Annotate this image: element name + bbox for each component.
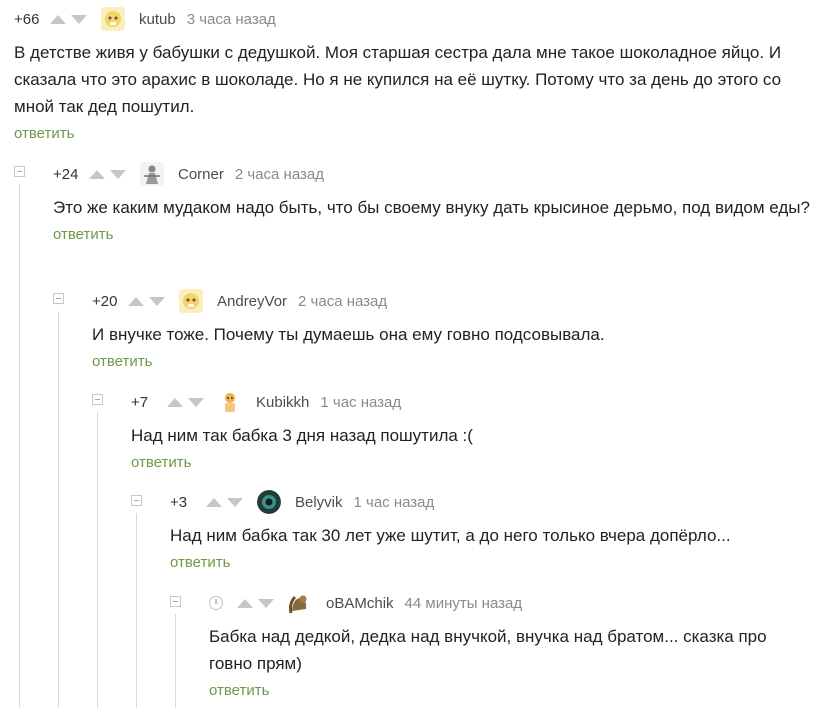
comment-rating: +7 bbox=[131, 393, 149, 411]
comment-header: oBAMchik 44 минуты назад bbox=[209, 591, 809, 615]
thread-line bbox=[97, 412, 98, 708]
vote-down-icon[interactable] bbox=[258, 598, 274, 608]
comment: +7 Kubikkh 1 час назад Над ним так бабка… bbox=[131, 390, 821, 471]
thread-line bbox=[58, 311, 59, 708]
comment-rating: +66 bbox=[14, 10, 40, 28]
collapse-toggle-icon[interactable] bbox=[170, 596, 181, 607]
comment-author[interactable]: kutub bbox=[139, 11, 176, 28]
reply-link[interactable]: ответить bbox=[14, 125, 824, 142]
comment-time[interactable]: 2 часа назад bbox=[298, 293, 387, 310]
comment-text: Бабка над дедкой, дедка над внучкой, вну… bbox=[209, 627, 767, 673]
comment-text: Это же каким мудаком надо быть, что бы с… bbox=[53, 198, 810, 217]
comment-text: В детстве живя у бабушки с дедушкой. Моя… bbox=[14, 43, 782, 116]
thread-line bbox=[136, 513, 137, 708]
vote-up-icon[interactable] bbox=[167, 397, 183, 407]
avatar[interactable] bbox=[179, 289, 203, 313]
avatar[interactable] bbox=[140, 162, 164, 186]
collapse-toggle-icon[interactable] bbox=[92, 394, 103, 405]
comment: +20 AndreyVor 2 часа назад И внучке тоже… bbox=[92, 289, 822, 370]
comment: oBAMchik 44 минуты назад Бабка над дедко… bbox=[209, 591, 809, 699]
vote-up-icon[interactable] bbox=[50, 14, 66, 24]
vote-up-icon[interactable] bbox=[128, 296, 144, 306]
comment-author[interactable]: Belyvik bbox=[295, 494, 343, 511]
vote-up-icon[interactable] bbox=[89, 169, 105, 179]
comment-rating: +24 bbox=[53, 165, 79, 183]
comment-author[interactable]: Corner bbox=[178, 166, 224, 183]
comment-author[interactable]: AndreyVor bbox=[217, 293, 287, 310]
comment-rating: +3 bbox=[170, 493, 188, 511]
avatar[interactable] bbox=[288, 591, 312, 615]
comment-time[interactable]: 1 час назад bbox=[354, 494, 435, 511]
vote-down-icon[interactable] bbox=[71, 14, 87, 24]
comment-time[interactable]: 44 минуты назад bbox=[405, 595, 523, 612]
clock-icon bbox=[209, 596, 223, 610]
collapse-toggle-icon[interactable] bbox=[14, 166, 25, 177]
comment-text: Над ним бабка так 30 лет уже шутит, а до… bbox=[170, 526, 731, 545]
comment-rating: +20 bbox=[92, 292, 118, 310]
vote-down-icon[interactable] bbox=[188, 397, 204, 407]
comment-text: И внучке тоже. Почему ты думаешь она ему… bbox=[92, 325, 605, 344]
comment: +3 Belyvik 1 час назад Над ним бабка так… bbox=[170, 490, 820, 571]
vote-down-icon[interactable] bbox=[227, 497, 243, 507]
comment-header: +66 kutub 3 часа назад bbox=[14, 7, 824, 31]
collapse-toggle-icon[interactable] bbox=[53, 293, 64, 304]
vote-down-icon[interactable] bbox=[110, 169, 126, 179]
comment-time[interactable]: 1 час назад bbox=[320, 394, 401, 411]
comment-header: +24 Corner 2 часа назад bbox=[53, 162, 823, 186]
comment-header: +7 Kubikkh 1 час назад bbox=[131, 390, 821, 414]
reply-link[interactable]: ответить bbox=[209, 682, 809, 699]
thread-line bbox=[19, 184, 20, 708]
comment-header: +3 Belyvik 1 час назад bbox=[170, 490, 820, 514]
thread-line bbox=[175, 614, 176, 708]
collapse-toggle-icon[interactable] bbox=[131, 495, 142, 506]
avatar[interactable] bbox=[101, 7, 125, 31]
reply-link[interactable]: ответить bbox=[53, 226, 823, 243]
comment-time[interactable]: 2 часа назад bbox=[235, 166, 324, 183]
comment-header: +20 AndreyVor 2 часа назад bbox=[92, 289, 822, 313]
comment: +24 Corner 2 часа назад Это же каким муд… bbox=[53, 162, 823, 243]
comment-author[interactable]: Kubikkh bbox=[256, 394, 309, 411]
comment: +66 kutub 3 часа назад В детстве живя у … bbox=[14, 7, 824, 142]
avatar[interactable] bbox=[257, 490, 281, 514]
vote-down-icon[interactable] bbox=[149, 296, 165, 306]
reply-link[interactable]: ответить bbox=[170, 554, 820, 571]
comment-author[interactable]: oBAMchik bbox=[326, 595, 394, 612]
reply-link[interactable]: ответить bbox=[92, 353, 822, 370]
comment-time[interactable]: 3 часа назад bbox=[187, 11, 276, 28]
reply-link[interactable]: ответить bbox=[131, 454, 821, 471]
avatar[interactable] bbox=[218, 390, 242, 414]
vote-up-icon[interactable] bbox=[206, 497, 222, 507]
comment-text: Над ним так бабка 3 дня назад пошутила :… bbox=[131, 426, 473, 445]
vote-up-icon[interactable] bbox=[237, 598, 253, 608]
